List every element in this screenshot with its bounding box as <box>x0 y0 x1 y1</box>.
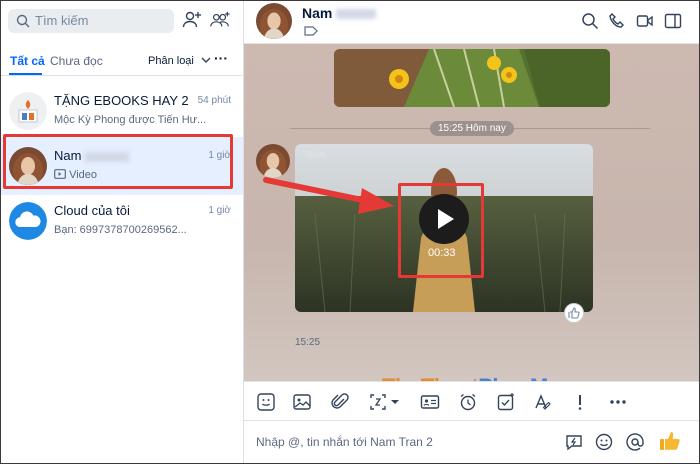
window-border <box>0 0 700 464</box>
